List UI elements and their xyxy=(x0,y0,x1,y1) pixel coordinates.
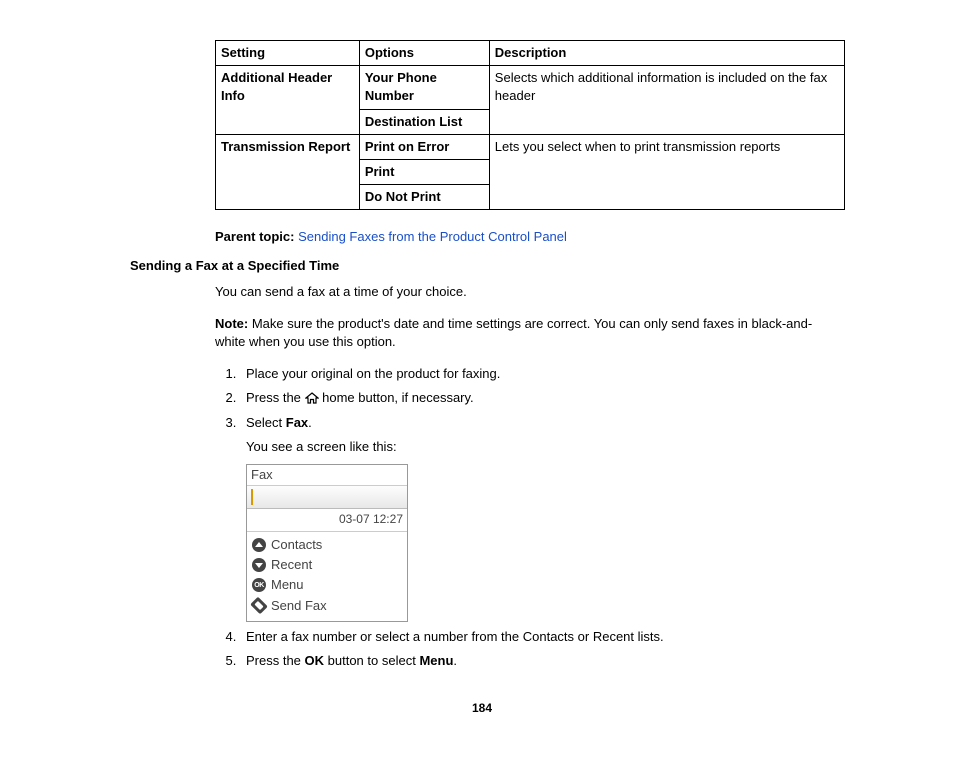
fax-menu: Contacts Recent OK Menu Send Fax xyxy=(247,532,407,621)
table-cell: Print xyxy=(359,159,489,184)
fax-screen: Fax 03-07 12:27 Contacts Recent OK Menu xyxy=(246,464,408,622)
step-3: Select Fax. You see a screen like this: … xyxy=(240,414,834,622)
col-description: Description xyxy=(489,41,844,66)
step-4: Enter a fax number or select a number fr… xyxy=(240,628,834,646)
table-cell: Destination List xyxy=(359,109,489,134)
table-cell: Selects which additional information is … xyxy=(489,66,844,135)
table-cell: Print on Error xyxy=(359,134,489,159)
intro-text: You can send a fax at a time of your cho… xyxy=(215,283,834,301)
fax-menu-send: Send Fax xyxy=(252,596,402,616)
fax-number-input xyxy=(247,486,407,509)
fax-menu-contacts: Contacts xyxy=(252,535,402,555)
step-2: Press the home button, if necessary. xyxy=(240,389,834,407)
settings-table: Setting Options Description Additional H… xyxy=(215,40,845,210)
parent-topic: Parent topic: Sending Faxes from the Pro… xyxy=(215,228,834,246)
table-cell: Your Phone Number xyxy=(359,66,489,109)
table-cell: Transmission Report xyxy=(216,134,360,210)
step-5: Press the OK button to select Menu. xyxy=(240,652,834,670)
section-heading: Sending a Fax at a Specified Time xyxy=(130,257,834,275)
up-arrow-icon xyxy=(252,538,266,552)
down-arrow-icon xyxy=(252,558,266,572)
table-cell: Lets you select when to print transmissi… xyxy=(489,134,844,210)
fax-screen-title: Fax xyxy=(247,465,407,486)
note-text: Note: Make sure the product's date and t… xyxy=(215,315,834,351)
fax-menu-menu: OK Menu xyxy=(252,575,402,595)
parent-topic-link[interactable]: Sending Faxes from the Product Control P… xyxy=(298,229,567,244)
fax-datetime: 03-07 12:27 xyxy=(247,509,407,532)
table-cell: Additional Header Info xyxy=(216,66,360,135)
fax-menu-recent: Recent xyxy=(252,555,402,575)
ok-icon: OK xyxy=(252,578,266,592)
step-1: Place your original on the product for f… xyxy=(240,365,834,383)
page-number: 184 xyxy=(130,700,834,717)
table-cell: Do Not Print xyxy=(359,185,489,210)
steps-list: Place your original on the product for f… xyxy=(130,365,834,670)
col-setting: Setting xyxy=(216,41,360,66)
parent-topic-label: Parent topic: xyxy=(215,229,294,244)
diamond-icon xyxy=(250,597,268,615)
col-options: Options xyxy=(359,41,489,66)
home-icon xyxy=(305,390,319,405)
step-3-sub: You see a screen like this: xyxy=(246,438,834,456)
